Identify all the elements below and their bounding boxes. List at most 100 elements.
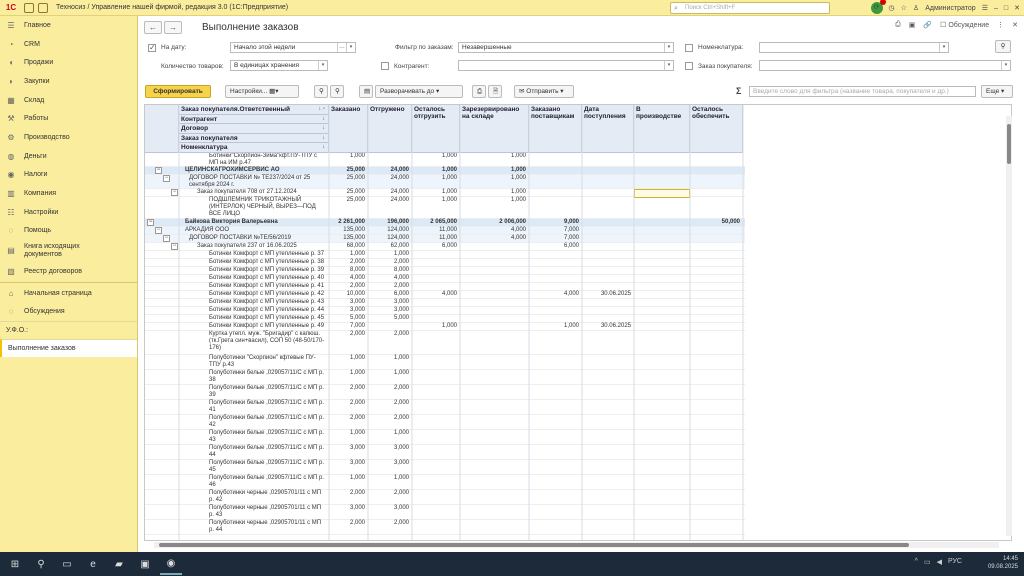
sort-icon[interactable]: ↓ bbox=[322, 125, 325, 132]
volume-icon[interactable]: ◀ bbox=[937, 558, 942, 566]
print-button-icon[interactable]: ⎙ bbox=[472, 85, 486, 98]
more-button[interactable]: Еще ▾ bbox=[981, 85, 1013, 98]
horizontal-scrollbar[interactable] bbox=[154, 542, 999, 548]
collapse-icon[interactable]: − bbox=[171, 243, 178, 250]
collapse-icon[interactable]: − bbox=[163, 235, 170, 242]
chevron-up-icon[interactable]: ^ bbox=[915, 558, 918, 566]
sort-icon[interactable]: ↓ bbox=[322, 144, 325, 151]
sidebar-item-6[interactable]: ⚙ Производство bbox=[0, 128, 137, 147]
1c-icon[interactable]: ◉ bbox=[160, 553, 182, 575]
find-icon[interactable]: ⚲ bbox=[314, 85, 328, 98]
generate-button[interactable]: Сформировать bbox=[145, 85, 211, 98]
language-indicator[interactable]: РУС bbox=[948, 558, 962, 566]
table-row[interactable]: Ботинки Комфорт с МП утепленные р. 44 3,0… bbox=[145, 307, 745, 315]
group-header-3[interactable]: Заказ покупателя ↓ bbox=[179, 133, 329, 144]
collapse-icon[interactable]: − bbox=[147, 219, 154, 226]
open-window-1[interactable]: Выполнение заказов bbox=[0, 339, 137, 358]
collapse-icon[interactable]: − bbox=[155, 227, 162, 234]
table-row[interactable]: Ботинки Комфорт с МП утепленные р. 43 3,0… bbox=[145, 299, 745, 307]
task-view-icon[interactable]: ▭ bbox=[56, 553, 78, 575]
table-row[interactable]: Ботинки"Скорпион-Зима"кфт.ПУ-ТПУ с МП на… bbox=[145, 153, 745, 167]
counterparty-checkbox[interactable] bbox=[381, 62, 389, 70]
home-page-link[interactable]: ⌂ Начальная страница bbox=[0, 284, 137, 303]
network-icon[interactable]: ▭ bbox=[924, 558, 931, 566]
close-icon[interactable]: ✕ bbox=[1014, 4, 1020, 12]
print-icon[interactable]: ⎙ bbox=[895, 21, 901, 29]
minimize-icon[interactable]: – bbox=[994, 5, 998, 12]
app-icon[interactable]: ▣ bbox=[134, 553, 156, 575]
sidebar-item-3[interactable]: ◗ Закупки bbox=[0, 72, 137, 91]
search-taskbar-icon[interactable]: ⚲ bbox=[30, 553, 52, 575]
table-row[interactable]: − ДОГОВОР ПОСТАВКИ № ТЕ237/2024 от 25 сен… bbox=[145, 175, 745, 189]
table-row[interactable]: − Байкова Виктория Валерьевна 2 261,000 196… bbox=[145, 219, 745, 227]
table-row[interactable]: Полуботинки белые ,029057/11/С с МП р. 3… bbox=[145, 385, 745, 400]
table-row[interactable]: − ЦЕЛИНСКАГРОХИМСЕРВИС АО 25,000 24,000 1,00… bbox=[145, 167, 745, 175]
table-row[interactable]: Полуботинки белые ,029057/11/С с МП р. 4… bbox=[145, 400, 745, 415]
sum-icon[interactable]: Σ bbox=[736, 86, 741, 96]
table-row[interactable]: Полуботинки черные ,02905701/11 с МП р. … bbox=[145, 490, 745, 505]
send-button[interactable]: ✉ Отправить ▾ bbox=[514, 85, 574, 98]
sidebar-item-10[interactable]: ☷ Настройки bbox=[0, 203, 137, 222]
counterparty-field[interactable]: ▾ bbox=[458, 60, 674, 71]
column-header-1[interactable]: Отгружено bbox=[368, 105, 412, 153]
table-row[interactable]: Полуботинки белые ,029057/11/С с МП р. 4… bbox=[145, 475, 745, 490]
qty-field[interactable]: В единицах хранения ▾ bbox=[230, 60, 328, 71]
table-row[interactable]: − Заказ покупателя 237 от 16.06.2025 68,00… bbox=[145, 243, 745, 251]
report-grid[interactable]: Ботинки"Скорпион-Зима"кфт.ПУ-ТПУ с МП на… bbox=[144, 104, 1012, 541]
sidebar-item-1[interactable]: ◔ CRM bbox=[0, 35, 137, 54]
group-header-2[interactable]: Договор ↓ bbox=[179, 124, 329, 134]
column-header-5[interactable]: Дата поступления bbox=[582, 105, 634, 153]
discussions-link[interactable]: ◌ Обсуждения bbox=[0, 303, 137, 322]
sidebar-item-5[interactable]: ⚒ Работы bbox=[0, 109, 137, 128]
back-button[interactable]: ← bbox=[144, 20, 162, 34]
on-date-checkbox[interactable] bbox=[148, 43, 156, 52]
table-row[interactable]: Полуботинки белые ,029057/11/С с МП р. 4… bbox=[145, 430, 745, 445]
group-header-4[interactable]: Номенклатура ↓ bbox=[179, 143, 329, 153]
column-header-3[interactable]: Зарезервировано на складе bbox=[460, 105, 529, 153]
collapse-icon[interactable]: − bbox=[155, 167, 162, 174]
table-row[interactable]: Ботинки Комфорт с МП утепленные р. 49 7,0… bbox=[145, 323, 745, 331]
save-icon[interactable]: ▣ bbox=[909, 21, 916, 29]
table-row[interactable]: Куртка утепл. муж. "Бригадир" с капюш. (… bbox=[145, 331, 745, 355]
group-header-1[interactable]: Контрагент ↓ bbox=[179, 114, 329, 125]
edge-icon[interactable]: e bbox=[82, 553, 104, 575]
global-search-input[interactable]: ⌕ Поиск Ctrl+Shift+F bbox=[670, 2, 830, 14]
link-icon[interactable]: 🔗 bbox=[923, 21, 932, 29]
grid-filter-input[interactable]: Введите слово для фильтра (название това… bbox=[749, 86, 976, 97]
find-next-icon[interactable]: ⚲ bbox=[330, 85, 344, 98]
user-icon[interactable]: ♙ bbox=[913, 4, 919, 12]
expand-to-button[interactable]: Разворачивать до ▾ bbox=[375, 85, 463, 98]
history-icon[interactable]: ◷ bbox=[889, 4, 895, 12]
notifications-icon[interactable]: ⟳ 1 bbox=[870, 0, 886, 14]
settings-icon[interactable]: ☰ bbox=[982, 4, 988, 12]
table-row[interactable]: Ботинки Комфорт с МП утепленные р. 38 2,0… bbox=[145, 259, 745, 267]
customer-order-field[interactable]: ▾ bbox=[759, 60, 1011, 71]
table-row[interactable]: Ботинки Комфорт с МП утепленные р. 41 2,0… bbox=[145, 283, 745, 291]
filter-orders-field[interactable]: Незавершенные ▾ bbox=[458, 42, 674, 53]
sidebar-item-7[interactable]: ◍ Деньги bbox=[0, 147, 137, 166]
preview-icon[interactable]: 🗎 bbox=[488, 85, 502, 98]
sidebar-item-2[interactable]: ◖ Продажи bbox=[0, 53, 137, 72]
table-row[interactable]: − АРКАДИЯ ООО 135,000 124,000 11,000 4,000 7,0… bbox=[145, 227, 745, 235]
sidebar-item-11[interactable]: ◌ Помощь bbox=[0, 222, 137, 241]
column-header-2[interactable]: Осталось отгрузить bbox=[412, 105, 460, 153]
sidebar-item-8[interactable]: ◉ Налоги bbox=[0, 166, 137, 185]
close-form-icon[interactable]: ✕ bbox=[1012, 21, 1018, 29]
user-name[interactable]: Администратор bbox=[925, 5, 976, 12]
table-row[interactable]: Полуботинки белые ,029057/11/С с МП р. 4… bbox=[145, 460, 745, 475]
maximize-icon[interactable]: □ bbox=[1004, 5, 1008, 12]
column-header-4[interactable]: Заказано поставщикам bbox=[529, 105, 582, 153]
favorites-icon[interactable]: ☆ bbox=[901, 4, 907, 12]
sort-icon[interactable]: ↓ bbox=[322, 135, 325, 142]
nomenclature-field[interactable]: ▾ bbox=[759, 42, 949, 53]
clock[interactable]: 14:45 09.08.2025 bbox=[988, 555, 1018, 571]
more-icon[interactable]: ⋮ bbox=[997, 21, 1004, 29]
vertical-scrollbar[interactable] bbox=[1006, 116, 1012, 536]
sidebar-item-4[interactable]: ▦ Склад bbox=[0, 91, 137, 110]
on-date-field[interactable]: Начало этой недели… ▾ bbox=[230, 42, 356, 53]
nomenclature-checkbox[interactable] bbox=[685, 44, 693, 52]
sort-icon[interactable]: ↓ bbox=[322, 116, 325, 123]
table-row[interactable]: Полуботинки белые ,029057/11/С с МП р. 3… bbox=[145, 370, 745, 385]
table-row[interactable]: − ДОГОВОР ПОСТАВКИ №ТЕ/56/2019 135,000 124,… bbox=[145, 235, 745, 243]
collapse-icon[interactable]: − bbox=[171, 189, 178, 196]
